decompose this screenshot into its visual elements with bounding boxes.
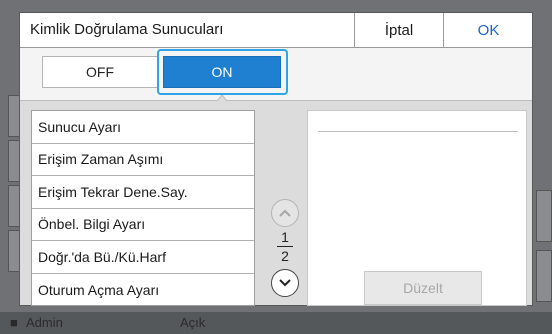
toggle-off-button[interactable]: OFF bbox=[42, 56, 158, 88]
settings-menu-list: Sunucu Ayarı Erişim Zaman Aşımı Erişim T… bbox=[31, 110, 255, 306]
background-status-label: Açık bbox=[180, 315, 206, 330]
cancel-button[interactable]: İptal bbox=[354, 13, 443, 47]
background-status-bar: ■ Admin Açık bbox=[0, 312, 552, 334]
dialog-header: Kimlik Doğrulama Sunucuları İptal OK bbox=[20, 13, 532, 48]
menu-item-login-settings[interactable]: Oturum Açma Ayarı bbox=[32, 274, 254, 307]
page-current: 1 bbox=[281, 229, 289, 245]
auth-servers-dialog: Kimlik Doğrulama Sunucuları İptal OK OFF… bbox=[19, 12, 533, 306]
settings-content: Sunucu Ayarı Erişim Zaman Aşımı Erişim T… bbox=[20, 101, 532, 306]
background-tab bbox=[536, 250, 552, 302]
menu-item-case-sensitivity[interactable]: Doğr.'da Bü./Kü.Harf bbox=[32, 241, 254, 274]
menu-item-server-settings[interactable]: Sunucu Ayarı bbox=[32, 111, 254, 144]
background-user-label: Admin bbox=[26, 315, 63, 330]
user-icon: ■ bbox=[10, 315, 18, 330]
menu-item-access-retry-count[interactable]: Erişim Tekrar Dene.Say. bbox=[32, 176, 254, 209]
background-tab bbox=[536, 190, 552, 242]
on-off-toggle-group: OFF ON bbox=[20, 48, 532, 101]
chevron-up-icon bbox=[279, 209, 291, 217]
detail-divider bbox=[318, 131, 518, 132]
page-total: 2 bbox=[281, 248, 289, 264]
ok-button[interactable]: OK bbox=[443, 13, 533, 47]
page-indicator: 1 2 bbox=[275, 229, 295, 264]
chevron-down-icon bbox=[279, 279, 291, 287]
detail-panel: Düzelt bbox=[307, 110, 527, 306]
menu-item-cache-info-settings[interactable]: Önbel. Bilgi Ayarı bbox=[32, 209, 254, 241]
menu-item-access-timeout[interactable]: Erişim Zaman Aşımı bbox=[32, 144, 254, 176]
edit-button[interactable]: Düzelt bbox=[364, 271, 482, 305]
page-up-button[interactable] bbox=[271, 199, 299, 227]
toggle-on-button[interactable]: ON bbox=[163, 56, 281, 88]
dialog-title: Kimlik Doğrulama Sunucuları bbox=[30, 21, 224, 38]
page-down-button[interactable] bbox=[271, 269, 299, 297]
